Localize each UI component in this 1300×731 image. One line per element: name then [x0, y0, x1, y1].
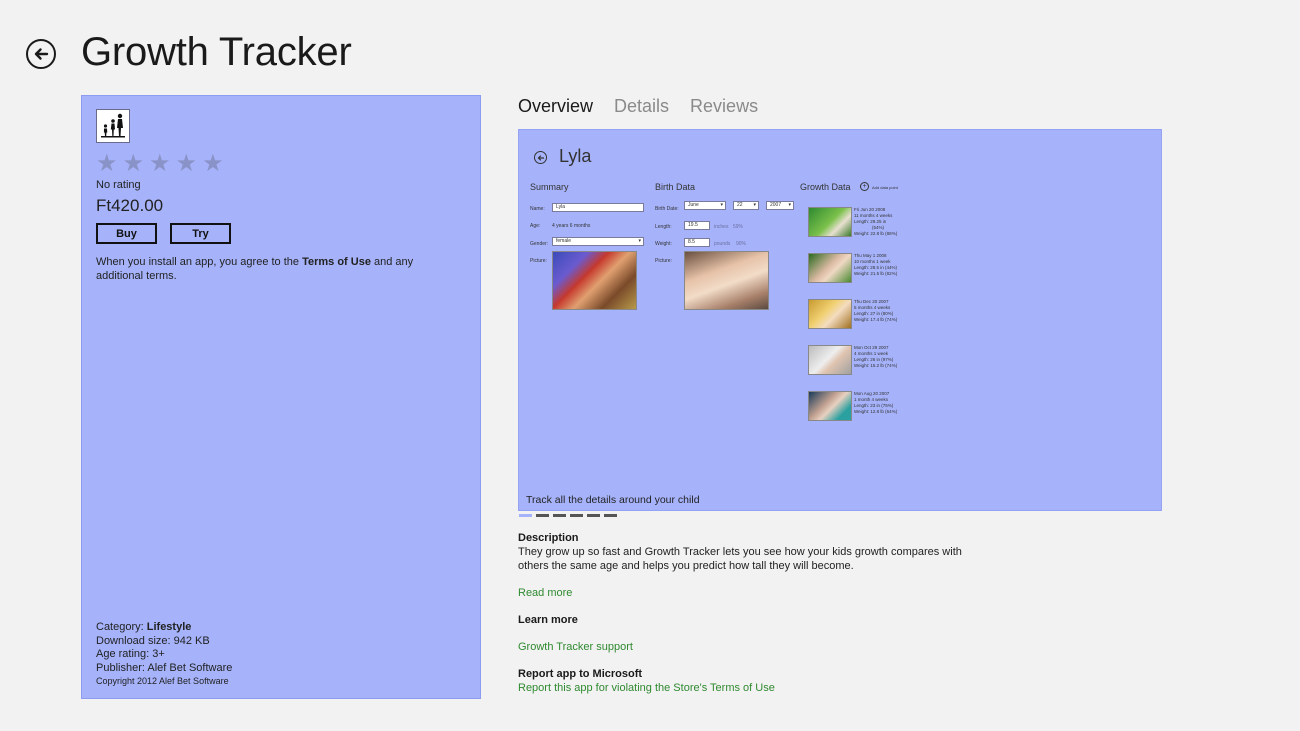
star-icon: ★	[202, 150, 224, 177]
mock-add-data-point: Add data point	[872, 185, 898, 190]
terms-of-use-link[interactable]: Terms of Use	[302, 256, 371, 268]
back-arrow-icon	[534, 151, 547, 164]
mock-weight-field: 8.5	[684, 238, 710, 247]
growth-weight: Weight: 17.4 lb (74%)	[854, 317, 898, 322]
family-silhouette-icon	[101, 113, 125, 138]
mock-age-value: 4 years 6 months	[552, 223, 591, 229]
mock-length-unit: inches	[714, 224, 729, 230]
mock-growth-text: Thu Dec 20 2007 5 months 4 weeks Length:…	[854, 299, 897, 323]
support-link[interactable]: Growth Tracker support	[518, 641, 633, 653]
mock-growth-item: Mon Oct 29 2007 4 months 1 week Length: …	[808, 345, 918, 377]
try-button[interactable]: Try	[170, 223, 231, 244]
screenshot-pager	[519, 514, 617, 517]
mock-growth-text: Mon Oct 29 2007 4 months 1 week Length: …	[854, 345, 897, 369]
mock-growth-thumb	[808, 299, 852, 329]
category-label: Category:	[96, 621, 147, 633]
mock-length-label: Length:	[655, 224, 672, 230]
tab-reviews[interactable]: Reviews	[690, 96, 758, 117]
pager-dot[interactable]	[553, 514, 566, 517]
star-icon: ★	[149, 150, 171, 177]
pager-dot[interactable]	[536, 514, 549, 517]
description-heading: Description	[518, 532, 579, 544]
mock-weight-unit: pounds	[714, 241, 731, 247]
app-metadata: Category: Lifestyle Download size: 942 K…	[96, 621, 232, 689]
terms-text: When you install an app, you agree to th…	[96, 256, 303, 268]
mock-growth-thumb	[808, 391, 852, 421]
mock-weight-pct: 90%	[736, 241, 747, 247]
mock-growth-text: Mon Aug 20 2007 1 month 4 weeks Length: …	[854, 391, 897, 415]
mock-growth-thumb	[808, 345, 852, 375]
mock-length-field: 19.5	[684, 221, 710, 230]
mock-growth-thumb	[808, 253, 852, 283]
pager-dot[interactable]	[604, 514, 617, 517]
mock-growth-item: Thu May 1 2008 10 months 1 week Length: …	[808, 253, 918, 285]
mock-growth-thumb	[808, 207, 852, 237]
app-info-panel: ★ ★ ★ ★ ★ No rating Ft420.00 Buy Try Whe…	[81, 95, 481, 699]
pager-dot[interactable]	[587, 514, 600, 517]
mock-picture-label: Picture:	[655, 258, 672, 264]
mock-summary-heading: Summary	[530, 182, 569, 192]
publisher: Publisher: Alef Bet Software	[96, 661, 233, 674]
mock-child-photo	[552, 251, 637, 310]
back-button[interactable]	[26, 39, 56, 69]
terms-notice: When you install an app, you agree to th…	[96, 256, 456, 283]
download-size: Download size: 942 KB	[96, 634, 210, 647]
mock-gender-label: Gender:	[530, 241, 549, 247]
category-value: Lifestyle	[146, 621, 192, 633]
tab-bar: Overview Details Reviews	[518, 96, 758, 117]
mock-birth-date-label: Birth Date:	[655, 206, 679, 212]
mock-growth-item: Fri Jun 20 2008 11 months 4 weeks Length…	[808, 207, 918, 239]
rating-stars: ★ ★ ★ ★ ★	[96, 152, 224, 176]
report-heading: Report app to Microsoft	[518, 668, 643, 680]
category: Category: Lifestyle	[96, 621, 232, 635]
read-more-link[interactable]: Read more	[518, 587, 572, 599]
mock-picture-label: Picture:	[530, 258, 547, 264]
mock-year-select: 2007	[766, 201, 794, 210]
mock-age-label: Age:	[530, 223, 541, 229]
growth-weight: Weight: 22.8 lb (88%)	[854, 231, 898, 236]
tab-overview[interactable]: Overview	[518, 96, 593, 117]
app-screenshot[interactable]: Lyla Summary Birth Data Growth Data + Ad…	[518, 129, 1162, 511]
mock-name-label: Name:	[530, 206, 545, 212]
description-text: They grow up so fast and Growth Tracker …	[518, 546, 962, 572]
growth-weight: Weight: 15.2 lb (74%)	[854, 363, 898, 368]
age-rating: Age rating: 3+	[96, 648, 165, 660]
learn-more-heading: Learn more	[518, 614, 578, 626]
mock-day-select: 22	[733, 201, 759, 210]
mock-length-pct: 59%	[733, 224, 744, 230]
growth-weight: Weight: 21.5 lb (82%)	[854, 271, 898, 276]
growth-weight: Weight: 12.8 lb (64%)	[854, 409, 898, 414]
mock-birth-heading: Birth Data	[655, 182, 696, 192]
mock-baby-photo	[684, 251, 769, 310]
mock-growth-item: Thu Dec 20 2007 5 months 4 weeks Length:…	[808, 299, 918, 331]
mock-name-field: Lyla	[552, 203, 644, 212]
mock-growth-text: Fri Jun 20 2008 11 months 4 weeks Length…	[854, 207, 897, 237]
rating-text: No rating	[96, 179, 141, 191]
mock-growth-item: Mon Aug 20 2007 1 month 4 weeks Length: …	[808, 391, 918, 423]
back-arrow-icon	[34, 48, 49, 60]
buy-button[interactable]: Buy	[96, 223, 157, 244]
add-icon: +	[860, 182, 869, 191]
mock-weight-label: Weight:	[655, 241, 672, 247]
mock-gender-select: female	[552, 237, 644, 246]
app-icon	[96, 109, 130, 143]
mock-month-select: June	[684, 201, 726, 210]
star-icon: ★	[96, 150, 118, 177]
copyright: Copyright 2012 Alef Bet Software	[96, 676, 229, 686]
tab-details[interactable]: Details	[614, 96, 669, 117]
pager-dot[interactable]	[519, 514, 532, 517]
mock-child-name: Lyla	[559, 146, 592, 166]
screenshot-caption: Track all the details around your child	[526, 494, 700, 506]
pager-dot[interactable]	[570, 514, 583, 517]
price: Ft420.00	[96, 196, 164, 215]
mock-growth-heading: Growth Data	[800, 182, 851, 192]
star-icon: ★	[175, 150, 198, 177]
star-icon: ★	[122, 150, 145, 177]
mock-growth-text: Thu May 1 2008 10 months 1 week Length: …	[854, 253, 897, 277]
page-title: Growth Tracker	[81, 30, 352, 74]
report-link[interactable]: Report this app for violating the Store'…	[518, 682, 775, 694]
